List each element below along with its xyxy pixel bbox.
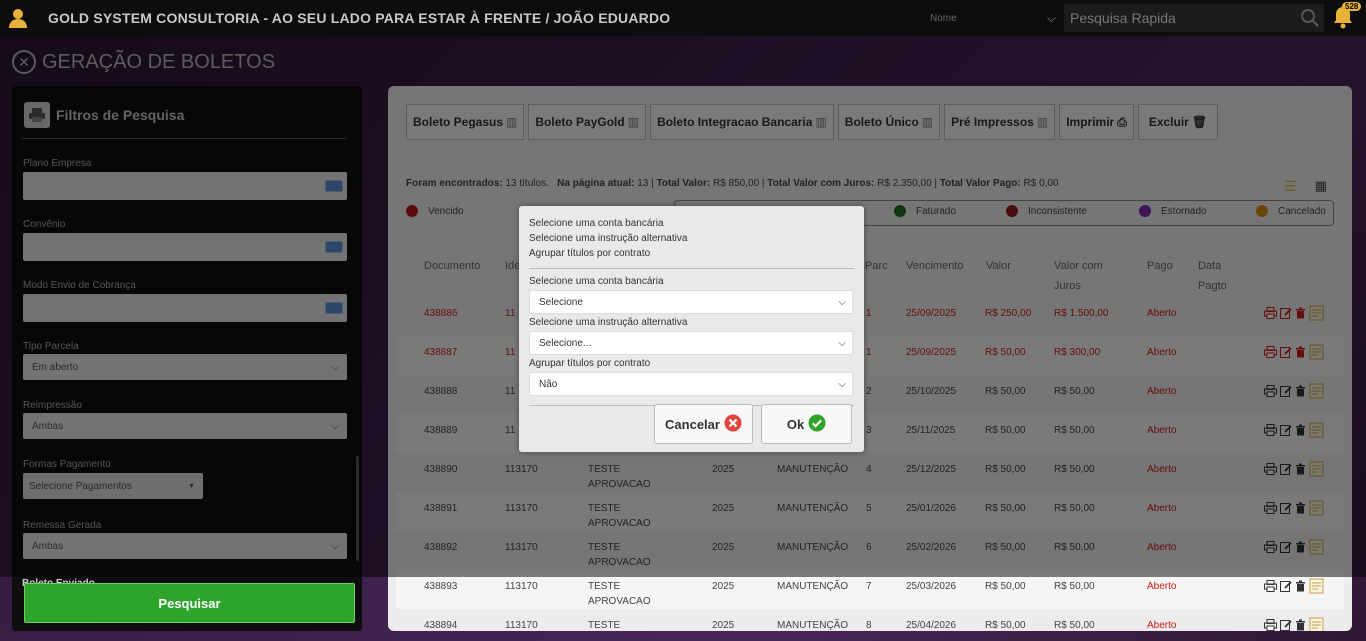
edit-icon[interactable] — [1280, 619, 1292, 631]
instruction-line: Selecione uma instrução alternativa — [529, 233, 688, 244]
ok-label: Ok — [786, 416, 805, 432]
pesquisar-button[interactable]: Pesquisar — [24, 583, 355, 623]
cancel-x-icon — [724, 414, 742, 435]
cell-id: 113170 — [505, 620, 538, 631]
cell-tipo: MANUTENÇÃO — [777, 581, 849, 592]
quick-search-input[interactable]: Pesquisa Rapida — [1064, 4, 1324, 32]
divider — [529, 268, 854, 269]
cell-pago: Aberto — [1147, 581, 1177, 592]
edit-icon[interactable] — [1280, 580, 1292, 595]
notification-badge: 528 — [1342, 2, 1362, 11]
print-icon[interactable] — [1264, 619, 1277, 631]
cell-cliente1: TESTE — [588, 581, 621, 592]
chevron-down-icon: ⌵ — [838, 296, 846, 308]
chevron-down-icon: ⌵ — [1046, 10, 1056, 25]
chevron-down-icon: ⌵ — [838, 378, 846, 390]
cell-cliente1: TESTE — [588, 620, 621, 631]
agrupar-select[interactable]: Não ⌵ — [529, 372, 853, 396]
cell-venc: 25/04/2026 — [906, 620, 957, 631]
cell-pago: Aberto — [1147, 620, 1177, 631]
cell-valor: R$ 50,00 — [985, 620, 1026, 631]
conta-select[interactable]: Selecione ⌵ — [529, 290, 853, 314]
row-actions — [1264, 578, 1325, 597]
table-row[interactable]: 438894 113170 TESTE 2025 MANUTENÇÃO 8 25/04/20… — [396, 609, 1344, 631]
cell-ano: 2025 — [712, 581, 735, 592]
cancel-button[interactable]: Cancelar — [654, 404, 753, 444]
cell-juros: R$ 50,00 — [1054, 581, 1095, 592]
instrucao-label: Selecione uma instrução alternativa — [529, 317, 688, 328]
ok-button[interactable]: Ok — [761, 404, 852, 444]
app-title: GOLD SYSTEM CONSULTORIA - AO SEU LADO PA… — [48, 10, 671, 26]
chevron-down-icon: ⌵ — [838, 337, 846, 349]
cell-id: 113170 — [505, 581, 538, 592]
document-icon[interactable] — [1309, 578, 1325, 597]
trash-icon[interactable] — [1295, 580, 1306, 595]
instruction-line: Selecione uma conta bancária — [529, 218, 664, 229]
search-icon[interactable] — [1300, 8, 1320, 31]
cell-tipo: MANUTENÇÃO — [777, 620, 849, 631]
cell-cliente2: APROVACAO — [588, 596, 651, 607]
cell-parc: 7 — [866, 581, 872, 592]
instrucao-value: Selecione... — [539, 337, 592, 349]
cell-doc: 438893 — [424, 581, 458, 592]
print-icon[interactable] — [1264, 580, 1277, 595]
cell-valor: R$ 50,00 — [985, 581, 1026, 592]
search-type-value: Nome — [930, 12, 957, 24]
row-actions — [1264, 617, 1325, 631]
cancel-label: Cancelar — [665, 416, 720, 432]
dialog-instructions: Selecione uma conta bancária Selecione u… — [529, 216, 687, 261]
instruction-line: Agrupar títulos por contrato — [529, 248, 651, 259]
check-icon — [808, 414, 826, 435]
agrupar-value: Não — [539, 378, 558, 390]
cell-cliente1: TESTE — [588, 618, 620, 631]
cell-juros: R$ 50,00 — [1054, 620, 1095, 631]
quick-search-placeholder: Pesquisa Rapida — [1070, 10, 1176, 26]
trash-icon[interactable] — [1295, 619, 1306, 631]
top-bar: GOLD SYSTEM CONSULTORIA - AO SEU LADO PA… — [0, 0, 1366, 36]
cell-doc: 438894 — [424, 620, 458, 631]
instrucao-select[interactable]: Selecione... ⌵ — [529, 331, 853, 355]
cell-venc: 25/03/2026 — [906, 581, 957, 592]
cell-ano: 2025 — [712, 620, 735, 631]
document-icon[interactable] — [1309, 617, 1325, 631]
search-type-select[interactable]: Nome ⌵ — [926, 8, 1056, 28]
conta-label: Selecione uma conta bancária — [529, 276, 664, 287]
cell-cliente1: TESTE APROVACAO — [588, 579, 651, 609]
cell-parc: 8 — [866, 620, 872, 631]
generate-boleto-dialog: Selecione uma conta bancária Selecione u… — [519, 206, 864, 452]
agrupar-label: Agrupar títulos por contrato — [529, 358, 651, 369]
conta-value: Selecione — [539, 296, 583, 308]
user-icon[interactable] — [0, 0, 36, 36]
